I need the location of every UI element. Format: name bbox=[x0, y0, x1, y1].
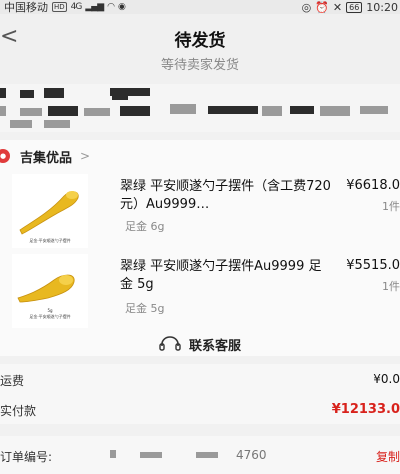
clock-time: 10:20 bbox=[366, 0, 398, 14]
shop-row[interactable]: ● 吉集优品 > bbox=[0, 146, 90, 166]
product-image: 5g 足金·平安顺遂勺子摆件 bbox=[12, 254, 88, 328]
redacted-address bbox=[170, 104, 196, 114]
item-qty: 1件 bbox=[382, 280, 400, 293]
notification-icon: ◉ bbox=[117, 2, 126, 12]
order-item[interactable]: 足金·平安顺遂勺子摆件 翠绿 平安顺遂勺子摆件（含工费720元）Au9999… … bbox=[0, 174, 400, 254]
redacted-name bbox=[44, 88, 64, 98]
item-price: ¥6618.0 bbox=[346, 178, 400, 193]
carrier-label: 中国移动 bbox=[4, 1, 48, 14]
redacted-address bbox=[120, 106, 150, 116]
redacted-address bbox=[0, 106, 6, 116]
copy-button[interactable]: 复制 bbox=[376, 448, 400, 465]
item-qty: 1件 bbox=[382, 200, 400, 213]
signal-label: 4G bbox=[70, 2, 83, 12]
redacted-address bbox=[20, 108, 42, 116]
headset-icon bbox=[159, 336, 181, 351]
redacted-address bbox=[290, 106, 314, 114]
item-spec: 足金 6g bbox=[125, 220, 165, 233]
redacted-name bbox=[20, 90, 34, 98]
chevron-right-icon: > bbox=[80, 149, 91, 163]
order-number-row: 订单编号: 4760 复制 bbox=[0, 436, 400, 474]
order-item[interactable]: 5g 足金·平安顺遂勺子摆件 翠绿 平安顺遂勺子摆件Au9999 足金 5g 足… bbox=[0, 252, 400, 332]
order-number-label: 订单编号: bbox=[0, 450, 53, 464]
redacted-address bbox=[360, 106, 388, 114]
eye-icon: ◎ bbox=[301, 0, 312, 14]
redacted-address bbox=[84, 108, 110, 116]
redacted-phone bbox=[112, 94, 128, 100]
paid-value: ¥12133.0 bbox=[331, 402, 400, 417]
redacted-order-number bbox=[196, 452, 218, 458]
shipping-value: ¥0.0 bbox=[373, 372, 400, 386]
item-price: ¥5515.0 bbox=[346, 258, 400, 273]
redacted-address bbox=[44, 120, 70, 128]
redacted-name bbox=[0, 88, 6, 98]
order-card: ● 吉集优品 > 足金·平安顺遂勺子摆件 翠绿 平安顺遂勺子摆件（含工费720元… bbox=[0, 140, 400, 356]
order-number-tail: 4760 bbox=[236, 448, 267, 462]
redacted-order-number bbox=[140, 452, 162, 458]
page-subtitle: 等待卖家发货 bbox=[160, 58, 239, 73]
gold-spoon-icon: 5g 足金·平安顺遂勺子摆件 bbox=[17, 274, 75, 319]
item-spec: 足金 5g bbox=[125, 302, 165, 315]
thumb-caption: 足金·平安顺遂勺子摆件 bbox=[29, 237, 70, 243]
product-image: 足金·平安顺遂勺子摆件 bbox=[12, 174, 88, 248]
payment-summary: 运费 ¥0.0 实付款 ¥12133.0 bbox=[0, 364, 400, 424]
contact-service-button[interactable]: 联系客服 bbox=[0, 332, 400, 356]
contact-service-label: 联系客服 bbox=[188, 338, 241, 354]
redacted-order-number bbox=[110, 450, 116, 458]
page-header: < 待发货 等待卖家发货 bbox=[0, 14, 400, 84]
redacted-address bbox=[320, 106, 350, 116]
status-bar: 中国移动 HD 4G ▂▄▆ ◠ ◉ ◎ ⏰ ✕ 66 10:20 bbox=[0, 0, 400, 14]
shop-logo-icon: ● bbox=[0, 149, 10, 163]
alarm-icon: ⏰ bbox=[315, 0, 329, 14]
shipping-row: 运费 ¥0.0 bbox=[0, 372, 400, 392]
paid-row: 实付款 ¥12133.0 bbox=[0, 402, 400, 422]
wifi-icon: ◠ bbox=[107, 2, 115, 12]
shop-name: 吉集优品 bbox=[20, 150, 73, 166]
page-title: 待发货 bbox=[174, 31, 226, 51]
thumb-caption: 足金·平安顺遂勺子摆件 bbox=[29, 313, 70, 319]
item-title: 翠绿 平安顺遂勺子摆件（含工费720元）Au9999… bbox=[120, 179, 331, 212]
item-title: 翠绿 平安顺遂勺子摆件Au9999 足金 5g bbox=[120, 259, 322, 292]
redacted-address bbox=[262, 106, 282, 116]
address-card[interactable] bbox=[0, 84, 400, 132]
gold-spoon-icon: 足金·平安顺遂勺子摆件 bbox=[19, 191, 79, 243]
battery-icon: 66 bbox=[346, 1, 363, 13]
hd-badge: HD bbox=[52, 2, 67, 12]
mute-icon: ✕ bbox=[332, 0, 343, 14]
redacted-address bbox=[48, 106, 78, 116]
redacted-address bbox=[10, 120, 32, 128]
thumb-weight: 5g bbox=[47, 308, 53, 313]
paid-label: 实付款 bbox=[0, 404, 37, 418]
shipping-label: 运费 bbox=[0, 374, 25, 388]
signal-bars-icon: ▂▄▆ bbox=[85, 2, 104, 12]
redacted-address bbox=[208, 106, 258, 114]
